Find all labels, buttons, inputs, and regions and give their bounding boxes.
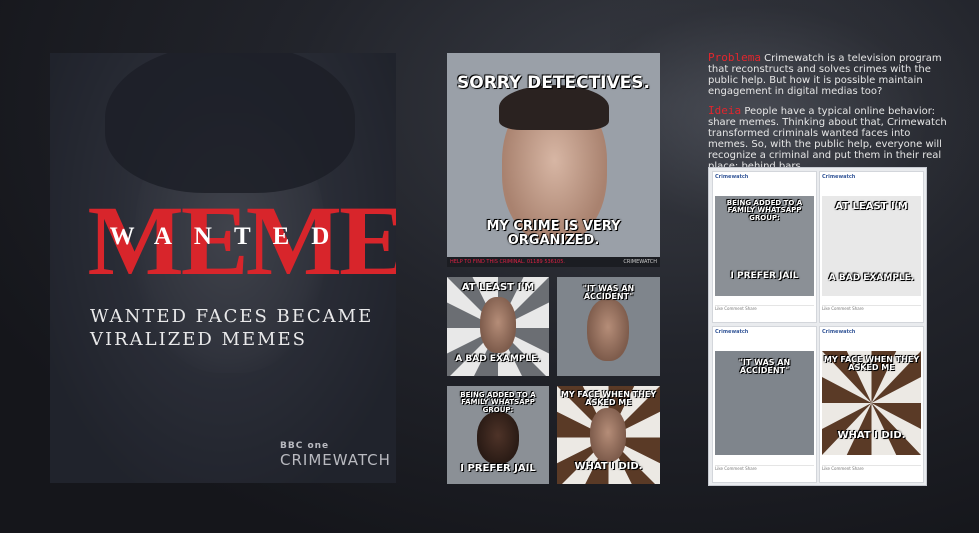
facebook-post: Crimewatch "IT WAS AN ACCIDENT" Like Com… (712, 326, 817, 483)
meme-tile-4: MY FACE WHEN THEY ASKED ME WHAT I DID. (557, 386, 660, 484)
crimewatch-logo: BBC one CRIMEWATCH (280, 441, 391, 469)
tile-face-image (480, 297, 516, 353)
facebook-post: Crimewatch BEING ADDED TO A FAMILY WHATS… (712, 171, 817, 323)
poster-logo: MEME WANTED (88, 191, 396, 291)
idea-text: People have a typical online behavior: s… (708, 106, 947, 172)
post-actions[interactable]: Like Comment Share (715, 305, 814, 320)
hero-top-caption: SORRY DETECTIVES. (457, 73, 650, 93)
case-description: Problema Crimewatch is a television prog… (708, 52, 953, 180)
problem-label: Problema (708, 51, 761, 64)
facebook-post: Crimewatch MY FACE WHEN THEY ASKED ME WH… (819, 326, 924, 483)
poster-tagline: WANTED FACES BECAME VIRALIZED MEMES (90, 306, 374, 350)
tile-face-image (477, 412, 519, 464)
facebook-post: Crimewatch AT LEAST I'M A BAD EXAMPLE. L… (819, 171, 924, 323)
hero-bottom-caption: MY CRIME IS VERY ORGANIZED. (486, 219, 621, 248)
post-page-name: Crimewatch (822, 329, 856, 335)
wanted-word: WANTED (109, 223, 352, 250)
idea-label: Ideia (708, 104, 742, 117)
hero-meme: SORRY DETECTIVES. MY CRIME IS VERY ORGAN… (447, 53, 660, 267)
meme-tile-1: AT LEAST I'M A BAD EXAMPLE. (447, 277, 549, 376)
post-page-name: Crimewatch (822, 174, 856, 180)
post-actions[interactable]: Like Comment Share (822, 305, 921, 320)
meme-tile-2: "IT WAS AN ACCIDENT" (557, 277, 660, 376)
post-page-name: Crimewatch (715, 174, 749, 180)
meme-tile-3: BEING ADDED TO A FAMILY WHATSAPP GROUP: … (447, 386, 549, 484)
facebook-posts-collage: Crimewatch BEING ADDED TO A FAMILY WHATS… (708, 167, 927, 486)
post-actions[interactable]: Like Comment Share (715, 465, 814, 480)
post-actions[interactable]: Like Comment Share (822, 465, 921, 480)
post-page-name: Crimewatch (715, 329, 749, 335)
wanted-meme-poster: MEME WANTED WANTED FACES BECAME VIRALIZE… (50, 53, 396, 483)
tile-face-image (587, 299, 629, 361)
tile-face-image (590, 408, 626, 462)
hero-strip: HELP TO FIND THIS CRIMINAL. 01189 536105… (447, 257, 660, 267)
